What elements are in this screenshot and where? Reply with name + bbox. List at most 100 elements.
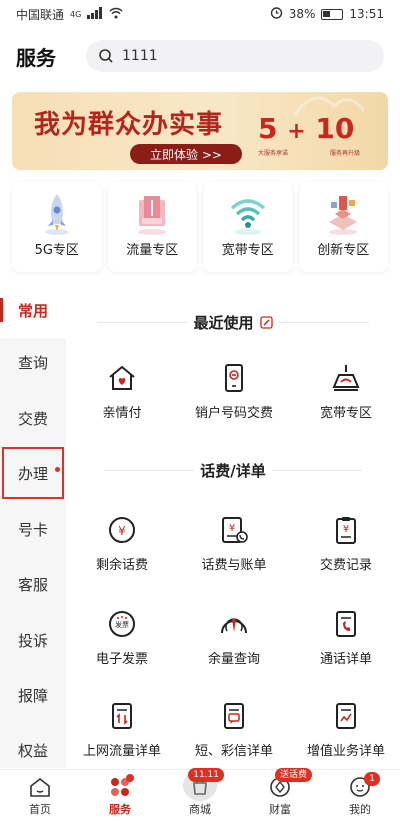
service-item-label: 宽带专区 [319, 406, 372, 421]
status-bar: 中国联通 4G 38% 13:51 [0, 0, 400, 28]
nav-label: 服务 [109, 803, 131, 816]
section-title: 最近使用 [193, 314, 254, 332]
svg-text:¥: ¥ [343, 524, 349, 535]
service-item-label: 增值业务详单 [306, 744, 385, 759]
search-bar[interactable] [86, 40, 384, 72]
service-item-label: 话费与账单 [201, 558, 267, 573]
service-item-bill[interactable]: ¥ 话费与账单 [178, 514, 290, 574]
service-item-label: 通话详单 [319, 652, 372, 667]
divider [271, 470, 362, 471]
sidebar-item-customer-service[interactable]: 客服 [0, 556, 66, 612]
service-item-label: 电子发票 [95, 652, 148, 667]
service-item-balance-query[interactable]: 余量查询 [178, 608, 290, 668]
wealth-badge: 送话费 [274, 768, 312, 782]
sidebar-item-fault-report[interactable]: 报障 [0, 667, 66, 723]
banner-promo-number: 5 + 10 [258, 112, 354, 145]
divider [278, 322, 369, 323]
zone-label: 流量专区 [126, 243, 179, 258]
gauge-icon [218, 608, 250, 640]
clock-time: 13:51 [349, 7, 384, 21]
clipboard-yuan-icon: ¥ [330, 514, 362, 546]
profile-badge: 1 [364, 772, 380, 786]
zone-5g[interactable]: 5G专区 [12, 182, 102, 272]
sidebar-item-common[interactable]: 常用 [0, 282, 66, 338]
service-item-broadband[interactable]: 宽带专区 [290, 362, 400, 422]
service-item-label: 销户号码交费 [194, 406, 273, 421]
service-item-label: 短、彩信详单 [194, 744, 273, 759]
service-item-family-pay[interactable]: 亲情付 [66, 362, 178, 422]
data-detail-icon [106, 700, 138, 732]
service-item-closed-number-pay[interactable]: 销户号码交费 [178, 362, 290, 422]
nav-wealth[interactable]: 送话费 财富 [240, 768, 320, 823]
invoice-icon: 发票 [106, 608, 138, 640]
divider [104, 470, 195, 471]
notification-dot [126, 774, 134, 782]
service-content: 最近使用 亲情付 销户号码交费 宽带专区 话费/详单 ¥ 剩余话费 ¥ 话费与账… [66, 282, 400, 768]
service-item-data-detail[interactable]: 上网流量详单 [66, 700, 178, 760]
rocket-icon [40, 192, 74, 240]
wifi-icon [228, 192, 268, 240]
zone-label: 创新专区 [317, 243, 370, 258]
sidebar-item-complaint[interactable]: 投诉 [0, 612, 66, 668]
sidebar-item-label: 报障 [17, 686, 48, 705]
search-icon [98, 48, 114, 64]
sidebar-item-payment[interactable]: 交费 [0, 390, 66, 446]
sidebar-item-handle[interactable]: 办理 [0, 445, 66, 501]
header: 服务 [0, 36, 400, 76]
service-item-label: 交费记录 [319, 558, 372, 573]
sidebar-item-number-card[interactable]: 号卡 [0, 501, 66, 557]
search-input[interactable] [122, 48, 372, 64]
sidebar-item-label: 客服 [17, 575, 48, 594]
banner-sub-b: 服务再升级 [330, 150, 361, 157]
banner-plus: + [287, 119, 306, 144]
phone-minus-icon [218, 362, 250, 394]
sms-detail-icon [218, 700, 250, 732]
family-house-icon [106, 362, 138, 394]
mall-badge: 11.11 [188, 768, 224, 782]
nav-label: 商城 [189, 803, 211, 816]
bill-phone-icon: ¥ [218, 514, 250, 546]
banner-title: 我为群众办实事 [34, 110, 224, 140]
promo-banner[interactable]: 我为群众办实事 立即体验 >> 5 + 10 大服务承诺 服务再升级 [12, 92, 388, 170]
sidebar-item-label: 常用 [17, 301, 48, 320]
sidebar-item-label: 投诉 [17, 631, 48, 650]
nav-profile[interactable]: 1 我的 [320, 770, 400, 823]
edit-icon[interactable] [259, 316, 273, 329]
zone-broadband[interactable]: 宽带专区 [203, 182, 293, 272]
category-sidebar: 常用 查询 交费 办理 号卡 客服 投诉 报障 权益 [0, 282, 66, 768]
sidebar-item-query[interactable]: 查询 [0, 334, 66, 390]
router-icon [330, 362, 362, 394]
wifi-status-icon [109, 7, 123, 22]
carrier-label: 中国联通 [16, 7, 65, 22]
banner-sub-a: 大服务承诺 [258, 150, 289, 157]
sidebar-item-label: 查询 [17, 353, 48, 372]
service-item-call-detail[interactable]: 通话详单 [290, 608, 400, 668]
notification-dot [55, 467, 60, 472]
nav-label: 财富 [269, 803, 291, 816]
svg-text:¥: ¥ [229, 523, 235, 534]
service-item-payment-records[interactable]: ¥ 交费记录 [290, 514, 400, 574]
section-recent: 最近使用 [66, 312, 400, 333]
vas-detail-icon [330, 700, 362, 732]
page-title: 服务 [16, 45, 56, 70]
sidebar-item-label: 交费 [17, 409, 48, 428]
nav-home[interactable]: 首页 [0, 770, 80, 823]
svg-text:¥: ¥ [118, 524, 126, 538]
sidebar-item-label: 办理 [17, 464, 48, 483]
zone-data[interactable]: 流量专区 [107, 182, 197, 272]
signal-icon [87, 6, 103, 22]
zone-innovation[interactable]: 创新专区 [298, 182, 388, 272]
service-item-sms-detail[interactable]: 短、彩信详单 [178, 700, 290, 760]
banner-experience-button[interactable]: 立即体验 >> [130, 144, 242, 164]
service-item-remaining-balance[interactable]: ¥ 剩余话费 [66, 514, 178, 574]
service-item-vas-detail[interactable]: 增值业务详单 [290, 700, 400, 760]
invoice-icon-text: 发票 [115, 620, 129, 629]
nav-service[interactable]: 服务 [80, 770, 160, 823]
zone-row: 5G专区 流量专区 宽带专区 创新专区 [12, 182, 388, 272]
nav-label: 首页 [29, 803, 51, 816]
section-title: 话费/详单 [200, 462, 266, 480]
battery-icon [321, 8, 344, 20]
section-bills: 话费/详单 [66, 460, 400, 481]
nav-mall[interactable]: 11.11 商城 [160, 768, 240, 823]
service-item-e-invoice[interactable]: 发票 电子发票 [66, 608, 178, 668]
